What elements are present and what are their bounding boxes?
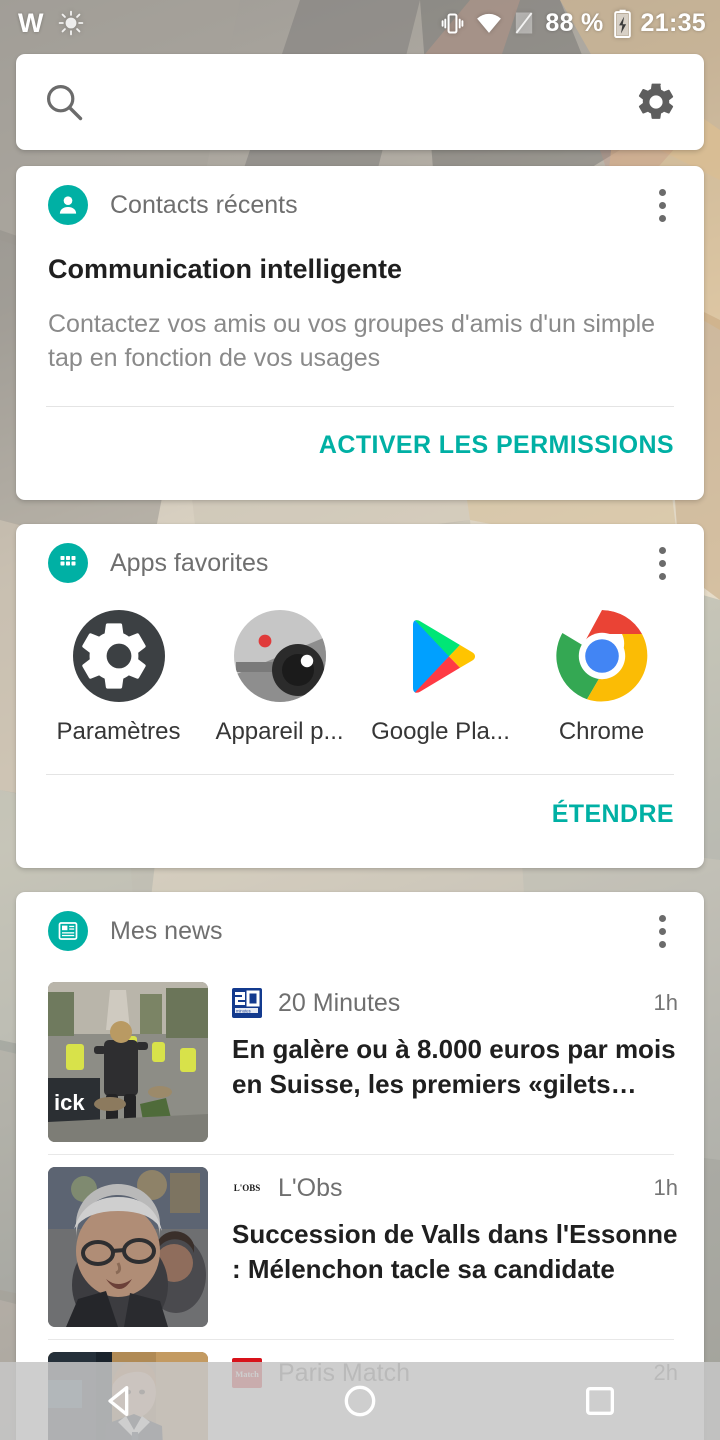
news-thumbnail: ick — [48, 982, 208, 1142]
twenty-minutes-logo-icon: minutes — [232, 988, 262, 1018]
no-sim-signal-icon — [516, 12, 533, 34]
person-icon — [48, 185, 88, 225]
navigation-bar — [0, 1362, 720, 1440]
newspaper-icon — [48, 911, 88, 951]
news-body: L'OBS L'Obs 1h Succession de Valls dans … — [232, 1167, 678, 1327]
wiko-logo-icon: W — [18, 7, 44, 38]
news-meta: L'OBS L'Obs 1h — [232, 1173, 678, 1203]
app-label: Google Pla... — [371, 718, 510, 745]
promo-title: Communication intelligente — [48, 254, 403, 284]
search-bar-card[interactable] — [16, 54, 704, 150]
chrome-app-icon[interactable] — [554, 608, 650, 704]
apps-card-title: Apps favorites — [110, 548, 269, 577]
news-card-header: Mes news — [16, 892, 704, 970]
gear-icon[interactable] — [634, 80, 678, 124]
contacts-card-action[interactable]: ACTIVER LES PERMISSIONS — [16, 407, 704, 485]
news-list-item[interactable]: ick minutes 20 Minutes 1h En galère ou à… — [16, 970, 704, 1154]
home-button[interactable] — [300, 1362, 420, 1440]
news-list-item[interactable]: L'OBS L'Obs 1h Succession de Valls dans … — [16, 1155, 704, 1339]
svg-text:minutes: minutes — [236, 1009, 251, 1014]
battery-percent-label: 88 % — [545, 8, 604, 37]
news-timestamp: 1h — [653, 1175, 678, 1200]
contacts-card-title: Contacts récents — [110, 190, 298, 219]
camera-app-icon[interactable] — [232, 608, 328, 704]
contacts-promo-body: Communication intelligente Contactez vos… — [16, 244, 704, 376]
google-play-app-icon[interactable] — [393, 608, 489, 704]
status-bar-right: 88 % 21:35 — [439, 9, 706, 38]
overflow-menu-icon[interactable] — [647, 905, 678, 958]
app-item-camera[interactable]: Appareil p... — [199, 608, 360, 746]
app-item-google-play[interactable]: Google Pla... — [360, 608, 521, 746]
search-input-wrapper[interactable] — [86, 54, 634, 150]
wifi-icon — [477, 13, 502, 33]
news-thumbnail — [48, 1167, 208, 1327]
back-triangle-icon[interactable] — [100, 1381, 140, 1421]
battery-charging-icon — [613, 9, 631, 38]
search-input[interactable] — [110, 87, 634, 117]
recent-contacts-card: Contacts récents Communication intellige… — [16, 166, 704, 500]
news-timestamp: 1h — [653, 990, 678, 1015]
app-label: Appareil p... — [215, 718, 344, 745]
clock-label: 21:35 — [640, 8, 706, 37]
svg-text:ick: ick — [54, 1090, 85, 1115]
my-news-card: Mes news ick minutes 20 Minutes 1h En ga… — [16, 892, 704, 1440]
news-body: minutes 20 Minutes 1h En galère ou à 8.0… — [232, 982, 678, 1142]
app-label: Chrome — [558, 718, 645, 745]
app-item-chrome[interactable]: Chrome — [521, 608, 682, 746]
promo-description: Contactez vos amis ou vos groupes d'amis… — [48, 310, 656, 373]
svg-text:L'OBS: L'OBS — [234, 1183, 261, 1193]
status-bar-left: W — [18, 8, 84, 39]
news-source-name: L'Obs — [278, 1173, 343, 1202]
recents-square-icon[interactable] — [580, 1381, 620, 1421]
app-item-settings[interactable]: Paramètres — [38, 608, 199, 746]
lobs-logo-icon: L'OBS — [232, 1173, 262, 1203]
settings-app-icon[interactable] — [71, 608, 167, 704]
search-icon[interactable] — [42, 80, 86, 124]
apps-card-header: Apps favorites — [16, 524, 704, 602]
apps-grid-icon — [48, 543, 88, 583]
news-card-title: Mes news — [110, 916, 223, 945]
back-button[interactable] — [60, 1362, 180, 1440]
status-bar: W 88 % 21:35 — [0, 0, 720, 46]
overflow-menu-icon[interactable] — [647, 537, 678, 590]
expand-apps-button[interactable]: ÉTENDRE — [552, 800, 674, 829]
news-meta: minutes 20 Minutes 1h — [232, 988, 678, 1018]
favorite-apps-row: Paramètres Appareil p... Google Pla... C… — [16, 602, 704, 746]
overflow-menu-icon[interactable] — [647, 179, 678, 232]
enable-permissions-button[interactable]: ACTIVER LES PERMISSIONS — [319, 431, 674, 460]
contacts-card-header: Contacts récents — [16, 166, 704, 244]
brightness-icon — [58, 10, 84, 36]
news-headline[interactable]: En galère ou à 8.000 euros par mois en S… — [232, 1032, 678, 1102]
favorite-apps-card: Apps favorites Paramètres Appareil p... … — [16, 524, 704, 868]
home-screen-content: Contacts récents Communication intellige… — [0, 0, 720, 1440]
apps-card-action[interactable]: ÉTENDRE — [16, 775, 704, 853]
app-label: Paramètres — [56, 718, 181, 745]
recents-button[interactable] — [540, 1362, 660, 1440]
news-headline[interactable]: Succession de Valls dans l'Essonne : Mél… — [232, 1217, 678, 1287]
news-source-name: 20 Minutes — [278, 988, 401, 1017]
vibrate-icon — [442, 12, 464, 34]
home-circle-icon[interactable] — [340, 1381, 380, 1421]
